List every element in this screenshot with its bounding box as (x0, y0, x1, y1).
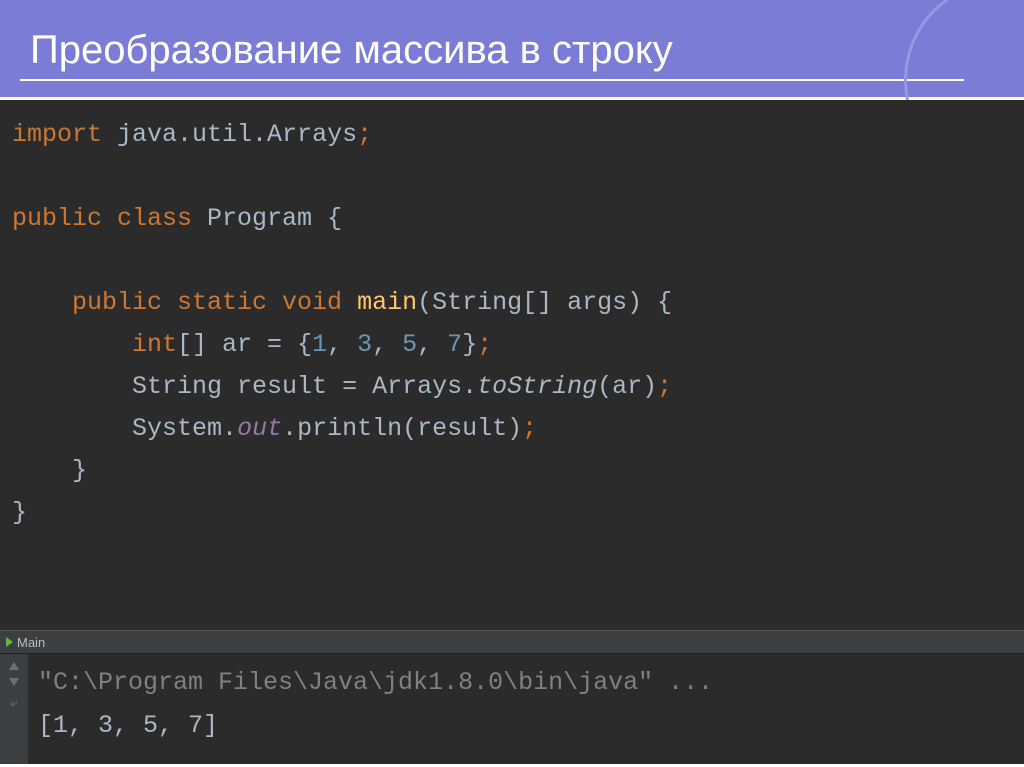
code-line-10: } (0, 492, 1024, 534)
console-panel: ⤶ "C:\Program Files\Java\jdk1.8.0\bin\ja… (0, 654, 1024, 764)
code-line-6: int[] ar = {1, 3, 5, 7}; (0, 324, 1024, 366)
run-tab-bar: Main (0, 630, 1024, 654)
slide-title: Преобразование массива в строку (30, 28, 1004, 73)
code-line-9: } (0, 450, 1024, 492)
code-line-3: public class Program { (0, 198, 1024, 240)
console-result: [1, 3, 5, 7] (38, 711, 218, 740)
code-line-5: public static void main(String[] args) { (0, 282, 1024, 324)
tab-main[interactable]: Main (6, 635, 45, 650)
console-command: "C:\Program Files\Java\jdk1.8.0\bin\java… (38, 668, 713, 697)
code-line-1: import java.util.Arrays; (0, 114, 1024, 156)
tab-label: Main (17, 635, 45, 650)
code-line-2 (0, 156, 1024, 198)
arrow-up-icon[interactable] (9, 662, 19, 670)
wrap-icon[interactable]: ⤶ (10, 694, 18, 711)
code-line-8: System.out.println(result); (0, 408, 1024, 450)
console-output[interactable]: "C:\Program Files\Java\jdk1.8.0\bin\java… (28, 654, 713, 764)
slide-header: Преобразование массива в строку (0, 0, 1024, 100)
arrow-down-icon[interactable] (9, 678, 19, 686)
play-icon (6, 637, 13, 647)
header-divider (20, 79, 964, 81)
code-line-7: String result = Arrays.toString(ar); (0, 366, 1024, 408)
code-editor[interactable]: import java.util.Arrays; public class Pr… (0, 100, 1024, 630)
console-gutter: ⤶ (0, 654, 28, 764)
code-line-4 (0, 240, 1024, 282)
